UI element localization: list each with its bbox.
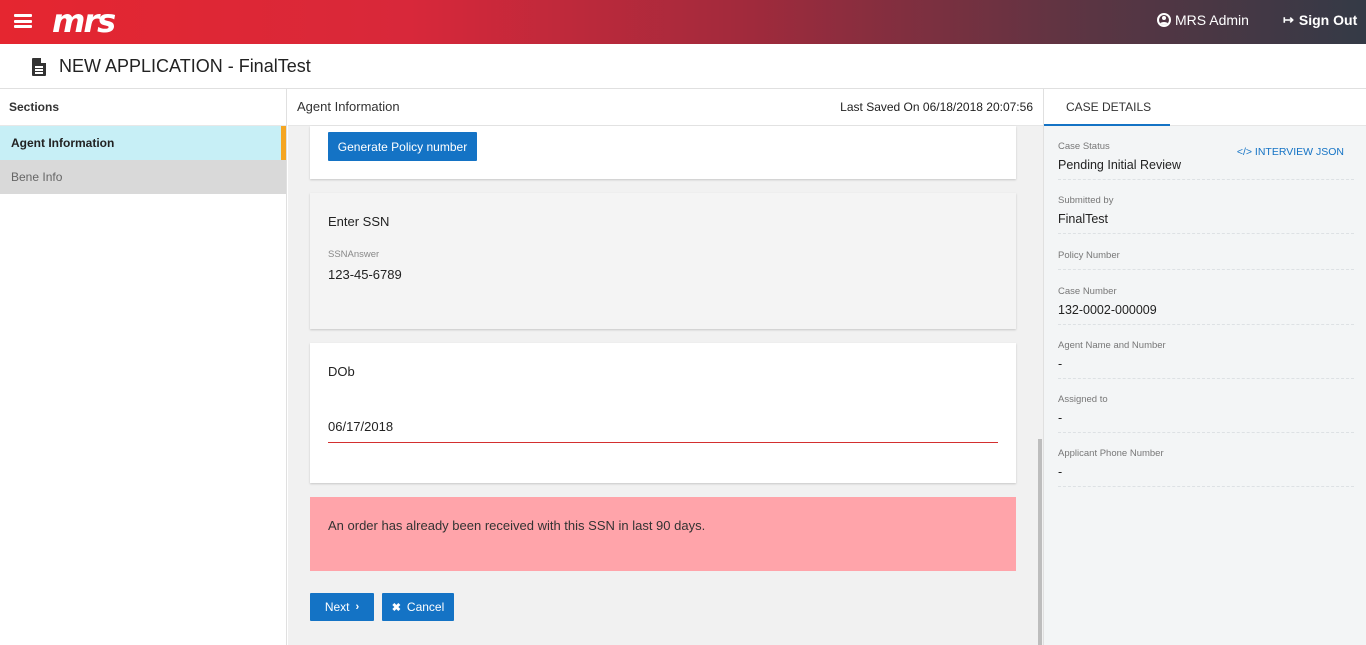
section-item-bene-info[interactable]: Bene Info	[0, 160, 286, 194]
next-button[interactable]: Next ›	[310, 593, 374, 621]
top-bar: mrs MRS Admin ↦ Sign Out	[0, 0, 1366, 44]
field-value: Pending Initial Review	[1058, 158, 1181, 172]
document-icon	[32, 58, 46, 76]
agent-name-number-field: Agent Name and Number -	[1058, 340, 1354, 379]
ssn-duplicate-alert: An order has already been received with …	[310, 497, 1016, 571]
field-label: Applicant Phone Number	[1058, 448, 1164, 459]
field-value: FinalTest	[1058, 212, 1109, 226]
field-label: Assigned to	[1058, 394, 1108, 405]
main-header: Agent Information Last Saved On 06/18/20…	[288, 89, 1043, 126]
policy-number-field: Policy Number	[1058, 250, 1354, 270]
ssn-answer-value: 123-45-6789	[328, 267, 402, 282]
sections-sidebar: Sections Agent Information Bene Info	[0, 89, 287, 645]
logo: mrs	[52, 2, 116, 40]
sign-out-button[interactable]: ↦ Sign Out	[1283, 12, 1357, 28]
submitted-by-field: Submitted by FinalTest	[1058, 195, 1354, 234]
field-label: Case Status	[1058, 141, 1110, 152]
case-details-header: CASE DETAILS	[1044, 89, 1366, 126]
ssn-question-label: Enter SSN	[328, 214, 390, 229]
main-content: Agent Information Last Saved On 06/18/20…	[288, 89, 1043, 645]
alert-message: An order has already been received with …	[328, 518, 706, 533]
page-title: NEW APPLICATION - FinalTest	[59, 56, 311, 76]
cancel-label: Cancel	[406, 600, 445, 614]
user-avatar-icon	[1157, 13, 1171, 27]
case-number-field: Case Number 132-0002-000009	[1058, 286, 1354, 325]
user-menu-button[interactable]: MRS Admin	[1157, 12, 1249, 28]
user-name: MRS Admin	[1175, 12, 1249, 28]
field-label: Policy Number	[1058, 250, 1120, 261]
scrollbar[interactable]	[1038, 439, 1042, 645]
dob-question-card: DOb 06/17/2018	[310, 343, 1016, 483]
case-details-panel: CASE DETAILS </> INTERVIEW JSON Case Sta…	[1043, 89, 1366, 645]
field-value: 132-0002-000009	[1058, 303, 1157, 317]
field-value: -	[1058, 411, 1063, 425]
last-saved-text: Last Saved On 06/18/2018 20:07:56	[840, 100, 1033, 114]
ssn-question-card: Enter SSN SSNAnswer 123-45-6789	[310, 193, 1016, 329]
generate-policy-number-button[interactable]: Generate Policy number	[328, 132, 477, 161]
assigned-to-field: Assigned to -	[1058, 394, 1354, 433]
generate-policy-card: Generate Policy number	[310, 126, 1016, 179]
field-label: Case Number	[1058, 286, 1117, 297]
sign-out-label: Sign Out	[1298, 12, 1358, 28]
sections-heading: Sections	[0, 89, 286, 126]
chevron-right-icon: ›	[355, 601, 360, 613]
field-label: Submitted by	[1058, 195, 1114, 206]
applicant-phone-field: Applicant Phone Number -	[1058, 448, 1354, 487]
hamburger-menu-icon[interactable]	[14, 14, 32, 28]
cancel-button[interactable]: ✖ Cancel	[382, 593, 454, 621]
ssn-field-label: SSNAnswer	[328, 249, 380, 260]
page-header: NEW APPLICATION - FinalTest	[0, 44, 1366, 89]
field-value: -	[1058, 465, 1063, 479]
close-icon: ✖	[391, 601, 401, 614]
section-item-agent-information[interactable]: Agent Information	[0, 126, 286, 160]
field-label: Agent Name and Number	[1058, 340, 1166, 351]
next-label: Next	[324, 600, 350, 614]
field-value: -	[1058, 357, 1063, 371]
dob-input[interactable]: 06/17/2018	[328, 419, 393, 434]
dob-question-label: DOb	[328, 364, 355, 379]
tab-case-details[interactable]: CASE DETAILS	[1044, 89, 1170, 126]
dob-input-underline	[328, 442, 998, 443]
sign-out-icon: ↦	[1283, 12, 1294, 27]
section-title: Agent Information	[297, 99, 400, 114]
case-status-field: Case Status Pending Initial Review	[1058, 141, 1354, 180]
